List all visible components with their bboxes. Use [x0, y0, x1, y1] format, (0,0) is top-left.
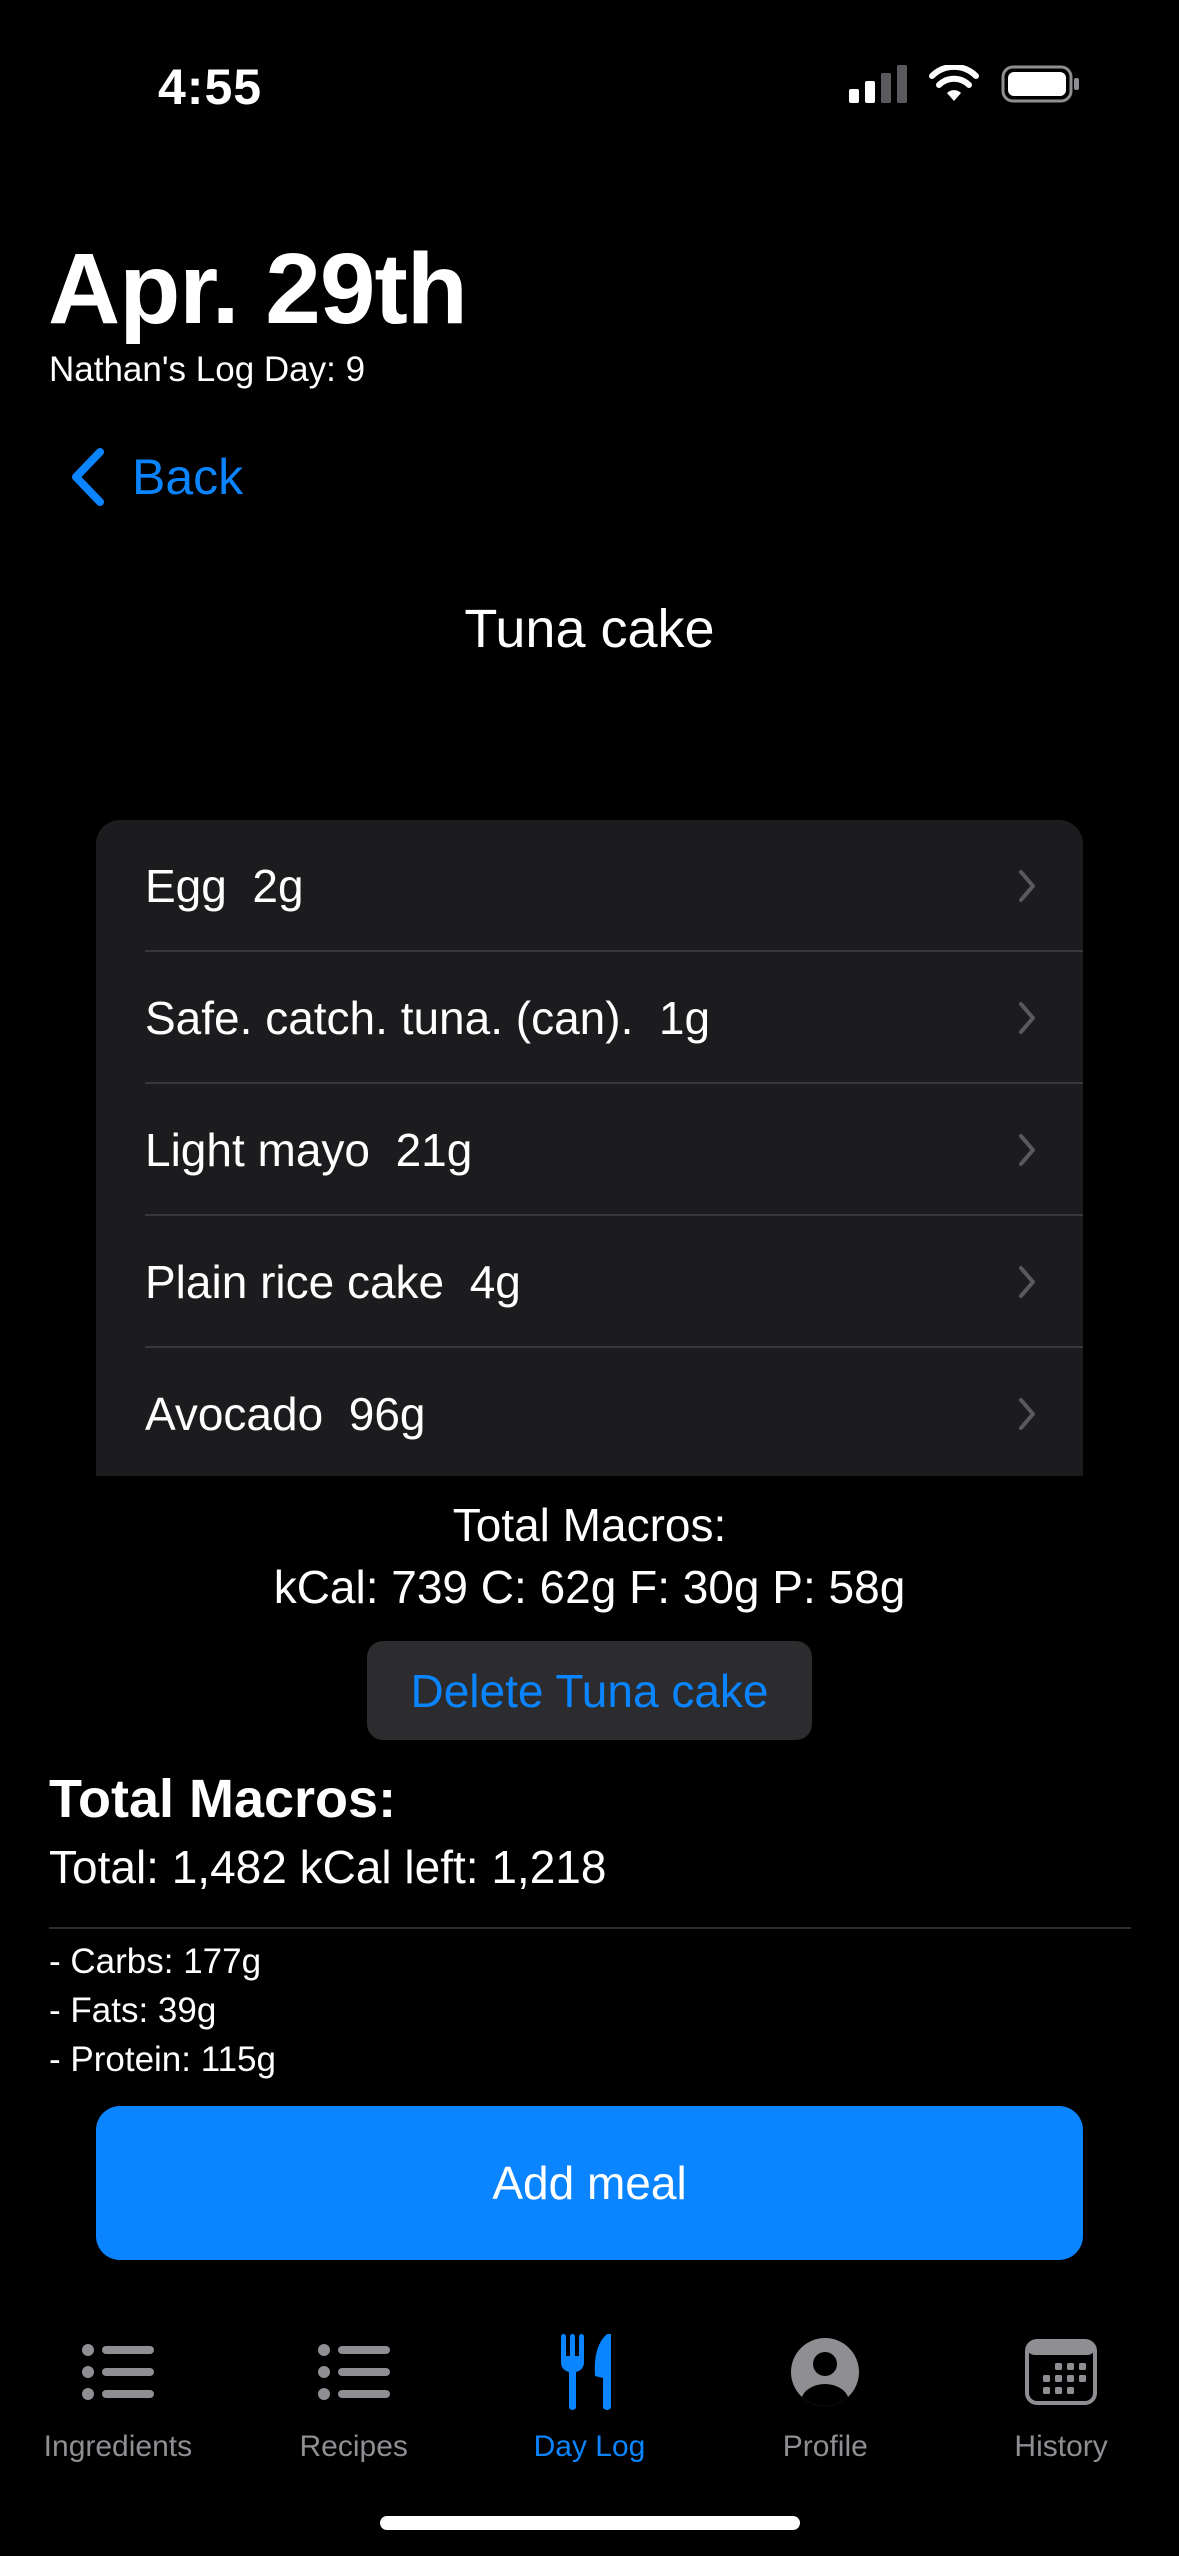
- calendar-icon: [1019, 2330, 1103, 2414]
- ingredient-list: Egg 2g Safe. catch. tuna. (can). 1g Ligh…: [96, 820, 1083, 1476]
- ingredient-label: Light mayo 21g: [145, 1124, 473, 1176]
- status-bar: 4:55: [0, 0, 1179, 160]
- chevron-right-icon: [1019, 1266, 1035, 1298]
- tab-bar: Ingredients Recipes Day Log Profile Hist…: [0, 2300, 1179, 2480]
- tab-label: Profile: [782, 2430, 868, 2463]
- home-indicator[interactable]: [380, 2516, 800, 2530]
- person-circle-icon: [783, 2330, 867, 2414]
- chevron-right-icon: [1019, 870, 1035, 902]
- page-title: Apr. 29th: [48, 233, 468, 345]
- day-totals-heading: Total Macros:: [49, 1769, 397, 1829]
- wifi-icon: [929, 65, 979, 101]
- delete-meal-button[interactable]: Delete Tuna cake: [367, 1641, 812, 1740]
- tab-history[interactable]: History: [943, 2300, 1179, 2480]
- chevron-right-icon: [1019, 1134, 1035, 1166]
- tab-ingredients[interactable]: Ingredients: [0, 2300, 236, 2480]
- tab-day-log[interactable]: Day Log: [472, 2300, 708, 2480]
- battery-icon: [1001, 65, 1079, 103]
- fats-total: - Fats: 39g: [49, 1991, 217, 2030]
- back-button-label: Back: [132, 449, 244, 505]
- add-meal-button[interactable]: Add meal: [96, 2106, 1083, 2260]
- ingredient-row-egg[interactable]: Egg 2g: [96, 820, 1083, 952]
- tab-label: Day Log: [533, 2430, 646, 2463]
- ingredient-row-plain-rice-cake[interactable]: Plain rice cake 4g: [96, 1216, 1083, 1348]
- meal-title: Tuna cake: [464, 599, 715, 659]
- back-button[interactable]: Back: [70, 448, 243, 506]
- ingredient-row-light-mayo[interactable]: Light mayo 21g: [96, 1084, 1083, 1216]
- status-icons: [849, 64, 1081, 104]
- fork-knife-icon: [547, 2330, 631, 2414]
- tab-label: Recipes: [299, 2430, 408, 2463]
- carbs-total: - Carbs: 177g: [49, 1942, 262, 1981]
- page-subtitle: Nathan's Log Day: 9: [49, 350, 366, 389]
- day-totals-kcal: Total: 1,482 kCal left: 1,218: [49, 1841, 607, 1893]
- ingredient-label: Safe. catch. tuna. (can). 1g: [145, 992, 711, 1044]
- divider: [49, 1927, 1131, 1929]
- status-time: 4:55: [158, 59, 263, 115]
- list-icon: [312, 2330, 396, 2414]
- tab-label: Ingredients: [43, 2430, 193, 2463]
- tab-profile[interactable]: Profile: [707, 2300, 943, 2480]
- ingredient-label: Egg 2g: [145, 860, 304, 912]
- meal-macros-values: kCal: 739 C: 62g F: 30g P: 58g: [273, 1561, 906, 1613]
- chevron-left-icon: [72, 448, 104, 506]
- ingredient-row-avocado[interactable]: Avocado 96g: [96, 1348, 1083, 1476]
- tab-recipes[interactable]: Recipes: [236, 2300, 472, 2480]
- ingredient-label: Plain rice cake 4g: [145, 1256, 521, 1308]
- meal-macros-heading: Total Macros:: [452, 1499, 727, 1551]
- protein-total: - Protein: 115g: [49, 2040, 276, 2079]
- chevron-right-icon: [1019, 1002, 1035, 1034]
- ingredient-label: Avocado 96g: [145, 1388, 426, 1440]
- cellular-signal-icon: [849, 65, 907, 103]
- tab-label: History: [1014, 2430, 1108, 2463]
- ingredient-row-tuna[interactable]: Safe. catch. tuna. (can). 1g: [96, 952, 1083, 1084]
- chevron-right-icon: [1019, 1398, 1035, 1430]
- list-icon: [76, 2330, 160, 2414]
